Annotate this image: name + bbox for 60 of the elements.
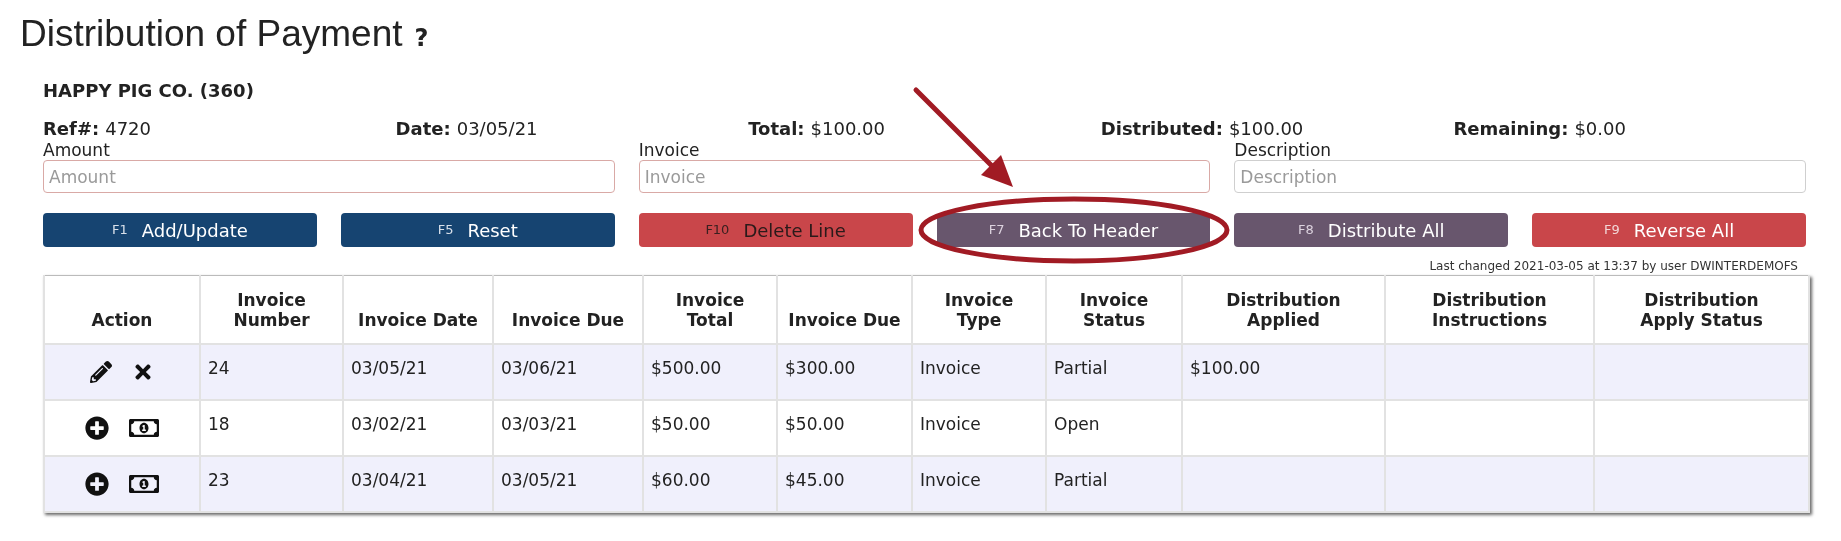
summary-label: Date: bbox=[395, 118, 451, 140]
action-button[interactable]: F5 Reset bbox=[340, 213, 615, 247]
action-button[interactable]: F7 Back To Header bbox=[936, 213, 1211, 247]
table-cell: $100.00 bbox=[1190, 357, 1261, 378]
table-cell: 03/06/21 bbox=[501, 357, 578, 378]
table-cell: Invoice bbox=[920, 469, 981, 490]
column-header: Invoice Total bbox=[674, 289, 746, 330]
column-header: Invoice Number bbox=[232, 289, 311, 330]
table-cell: 18 bbox=[208, 413, 230, 434]
last-changed-text: Last changed 2021-03-05 at 13:37 by user DWINTERDEMOFS bbox=[1429, 259, 1799, 273]
field-label: Invoice bbox=[638, 140, 701, 160]
summary-label: Ref#: bbox=[43, 118, 100, 140]
table-cell: 23 bbox=[208, 469, 230, 490]
table-cell: Open bbox=[1054, 413, 1100, 434]
table-cell: 03/03/21 bbox=[501, 413, 578, 434]
table-cell: Partial bbox=[1054, 357, 1108, 378]
table-cell: Partial bbox=[1054, 469, 1108, 490]
table-cell: 03/05/21 bbox=[501, 469, 578, 490]
field-label: Description bbox=[1234, 140, 1333, 160]
table-cell: $500.00 bbox=[651, 357, 722, 378]
column-header: Distribution Applied bbox=[1225, 289, 1342, 330]
table-cell: $45.00 bbox=[785, 469, 845, 490]
table-cell: Invoice bbox=[920, 357, 981, 378]
summary-label: Distributed: bbox=[1100, 118, 1223, 140]
table-cell: $50.00 bbox=[651, 413, 711, 434]
table-cell: 03/02/21 bbox=[351, 413, 428, 434]
action-button[interactable]: F1 Add/Update bbox=[43, 213, 317, 247]
column-header: Invoice Due bbox=[788, 309, 901, 330]
column-header: Invoice Type bbox=[943, 289, 1015, 330]
summary-label: Remaining: bbox=[1453, 118, 1569, 140]
summary-value: 03/05/21 bbox=[456, 118, 538, 140]
help-icon[interactable]: ? bbox=[414, 21, 429, 55]
column-header: Action bbox=[91, 309, 153, 330]
summary-value: 4720 bbox=[105, 118, 151, 140]
column-header: Distribution Apply Status bbox=[1639, 289, 1764, 330]
pencil-icon[interactable] bbox=[90, 360, 112, 383]
table-cell: 03/05/21 bbox=[351, 357, 428, 378]
table-cell: $300.00 bbox=[785, 357, 856, 378]
action-button[interactable]: F10 Delete Line bbox=[638, 213, 913, 247]
action-button[interactable]: F9 Reverse All bbox=[1532, 213, 1806, 247]
table-cell: 03/04/21 bbox=[351, 469, 428, 490]
input-field[interactable]: Amount bbox=[43, 160, 615, 193]
input-field[interactable]: Description bbox=[1234, 160, 1806, 193]
input-field[interactable]: Invoice bbox=[638, 160, 1211, 193]
summary-value: $100.00 bbox=[810, 118, 885, 140]
summary-value: $0.00 bbox=[1574, 118, 1626, 140]
summary-label: Total: bbox=[748, 118, 805, 140]
customer-name: HAPPY PIG CO. (360) bbox=[43, 80, 255, 102]
column-header: Distribution Instructions bbox=[1430, 289, 1549, 330]
field-label: Amount bbox=[43, 140, 111, 160]
column-header: Invoice Status bbox=[1078, 289, 1150, 330]
table-cell: $50.00 bbox=[785, 413, 845, 434]
table-cell: 24 bbox=[208, 357, 230, 378]
column-header: Invoice Due bbox=[511, 309, 625, 330]
page-title: Distribution of Payment bbox=[20, 12, 403, 56]
table-cell: $60.00 bbox=[651, 469, 711, 490]
summary-value: $100.00 bbox=[1228, 118, 1304, 140]
column-header: Invoice Date bbox=[358, 309, 478, 330]
table-cell: Invoice bbox=[920, 413, 981, 434]
action-button[interactable]: F8 Distribute All bbox=[1234, 213, 1509, 247]
